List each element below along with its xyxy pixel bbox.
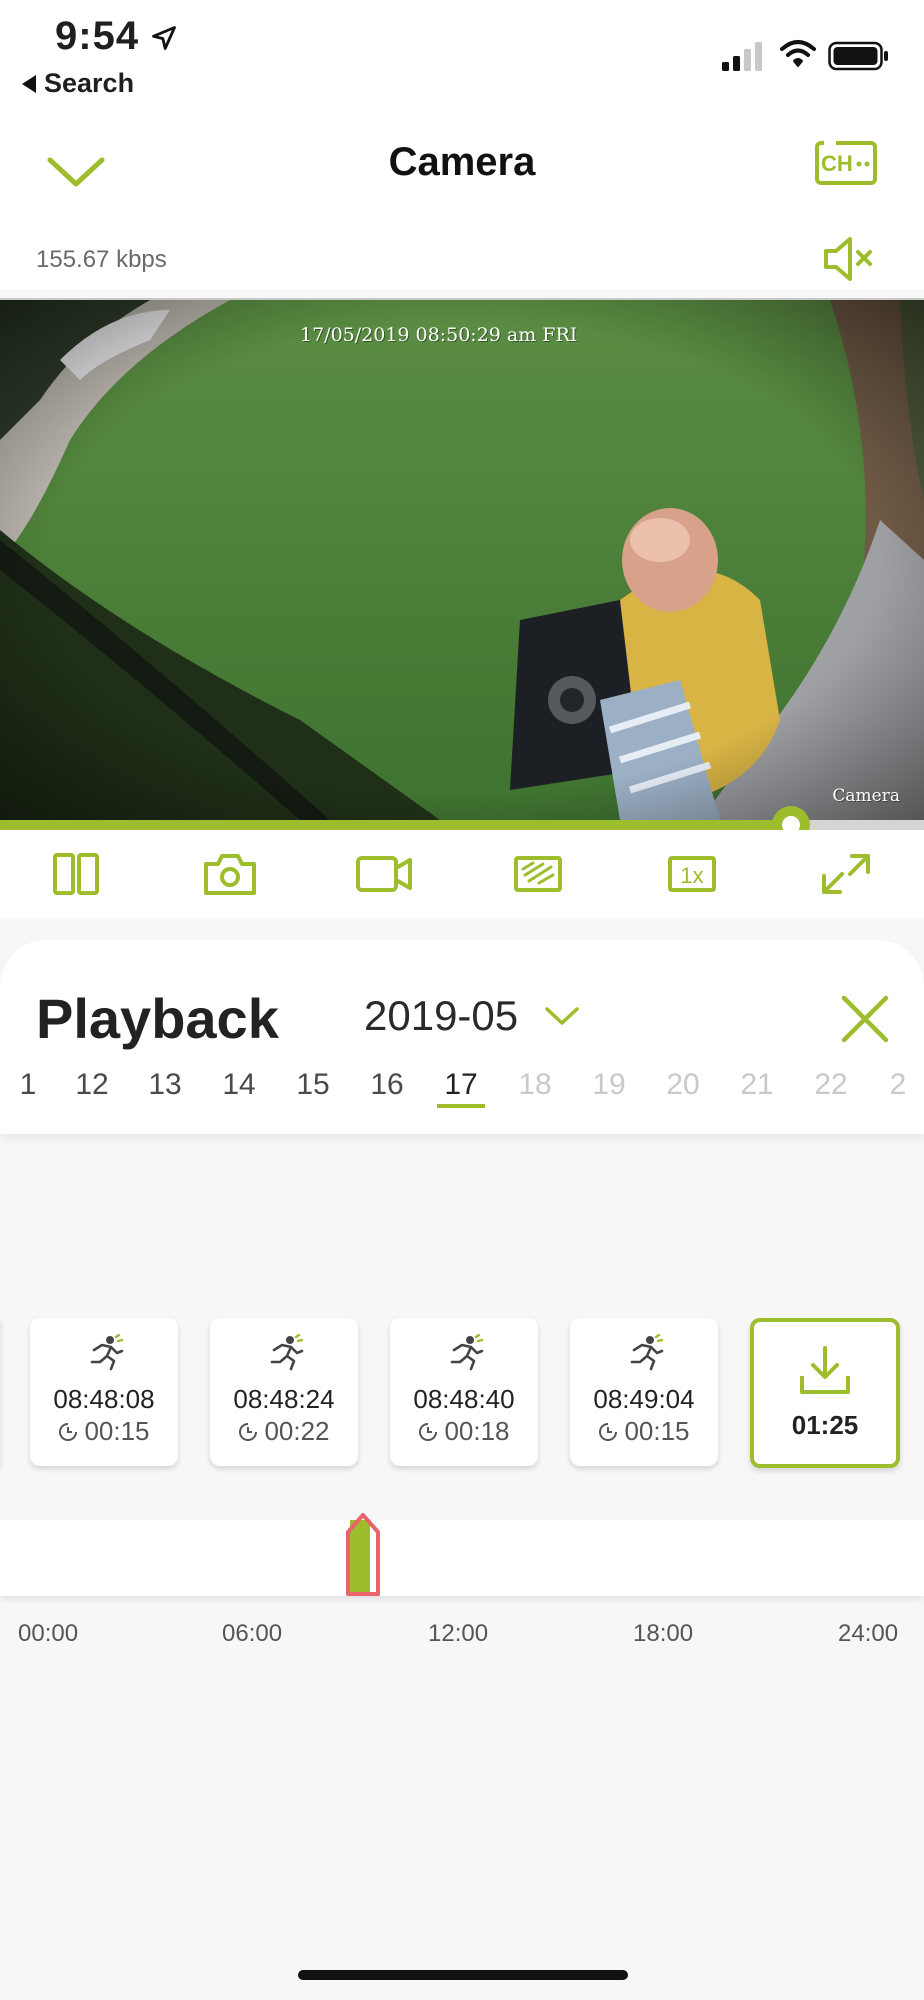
wifi-icon bbox=[780, 40, 816, 67]
timeline-tick-label: 06:00 bbox=[222, 1620, 283, 1647]
speaker-muted-icon[interactable] bbox=[822, 234, 874, 284]
event-duration-row: 00:15 bbox=[30, 1416, 178, 1447]
day-item[interactable]: 16 bbox=[361, 1068, 413, 1102]
download-duration: 01:25 bbox=[791, 1410, 859, 1440]
video-toolbar: 1x bbox=[0, 830, 924, 918]
download-button[interactable]: 01:25 bbox=[750, 1318, 900, 1468]
event-time: 08:48:08 bbox=[53, 1384, 155, 1414]
status-bar: 9:54 Search bbox=[0, 0, 924, 110]
day-item: 20 bbox=[666, 1068, 700, 1101]
day-item[interactable]: 12 bbox=[66, 1068, 118, 1102]
battery-icon bbox=[828, 41, 888, 71]
day-item: 19 bbox=[592, 1068, 626, 1101]
home-indicator bbox=[298, 1970, 628, 1980]
timeline-cursor-marker[interactable] bbox=[344, 1510, 382, 1596]
back-triangle-icon bbox=[22, 74, 36, 93]
playback-speed-button[interactable]: 1x bbox=[660, 844, 724, 904]
event-card[interactable]: 08:48:24 00:22 bbox=[210, 1318, 358, 1466]
snapshot-button[interactable] bbox=[198, 844, 262, 904]
day-item: 22 bbox=[814, 1068, 848, 1101]
timeline-tick-label: 00:00 bbox=[18, 1620, 79, 1647]
status-time: 9:54 bbox=[55, 14, 140, 58]
event-duration-row: 00:22 bbox=[210, 1416, 358, 1447]
speed-1x-icon: 1x bbox=[668, 856, 716, 892]
day-item[interactable]: 15 bbox=[287, 1068, 339, 1102]
video-frame-image bbox=[0, 300, 924, 820]
month-selector[interactable]: 2019-05 bbox=[364, 992, 580, 1040]
svg-text:CH: CH bbox=[821, 151, 853, 176]
download-icon bbox=[800, 1346, 850, 1394]
record-video-icon bbox=[356, 856, 412, 892]
day-item: 2 bbox=[889, 1068, 907, 1101]
timeline-tick-label: 18:00 bbox=[633, 1620, 694, 1647]
record-video-button[interactable] bbox=[352, 844, 416, 904]
event-duration-row: 00:18 bbox=[390, 1416, 538, 1447]
motion-running-icon bbox=[90, 1334, 124, 1371]
playback-title: Playback bbox=[36, 987, 279, 1050]
day-item[interactable]: 13 bbox=[139, 1068, 191, 1102]
back-search-label: Search bbox=[44, 68, 135, 98]
month-value: 2019-05 bbox=[364, 992, 519, 1039]
camera-video-feed[interactable]: 17/05/2019 08:50:29 am FRI Camera bbox=[0, 300, 924, 820]
event-time: 08:49:04 bbox=[593, 1384, 695, 1414]
fullscreen-button[interactable] bbox=[814, 844, 878, 904]
day-item[interactable]: 14 bbox=[213, 1068, 265, 1102]
motion-running-icon bbox=[630, 1334, 664, 1371]
day-selector: 1 12 13 14 15 16 17 18 19 20 21 22 2 bbox=[0, 1068, 924, 1118]
back-to-search-link[interactable]: Search bbox=[22, 68, 134, 99]
duration-clock-icon bbox=[419, 1422, 438, 1441]
camera-header: Camera CH 155.67 kbps bbox=[0, 110, 924, 290]
event-card[interactable]: 08:49:04 00:15 bbox=[570, 1318, 718, 1466]
event-time: 08:48:24 bbox=[233, 1384, 335, 1414]
motion-running-icon bbox=[450, 1334, 484, 1371]
playback-panel: Playback 2019-05 1 12 13 14 15 16 17 18 … bbox=[0, 940, 924, 1134]
event-card[interactable]: 08:48:40 00:18 bbox=[390, 1318, 538, 1466]
playback-progress-fill bbox=[0, 820, 791, 830]
event-time: 08:48:40 bbox=[413, 1384, 515, 1414]
video-camera-label: Camera bbox=[832, 786, 900, 806]
event-duration: 00:18 bbox=[444, 1416, 510, 1446]
cellular-signal-icon bbox=[722, 42, 762, 71]
split-view-icon bbox=[53, 853, 99, 895]
day-item[interactable]: 1 bbox=[2, 1068, 54, 1102]
chevron-down-icon[interactable] bbox=[44, 140, 108, 204]
split-view-button[interactable] bbox=[44, 844, 108, 904]
fullscreen-icon bbox=[822, 854, 870, 894]
event-duration: 00:15 bbox=[624, 1416, 690, 1446]
day-item: 21 bbox=[740, 1068, 774, 1101]
event-duration: 00:15 bbox=[84, 1416, 150, 1446]
duration-clock-icon bbox=[239, 1422, 258, 1441]
day-item: 18 bbox=[518, 1068, 552, 1101]
video-timestamp-overlay: 17/05/2019 08:50:29 am FRI bbox=[300, 324, 578, 346]
hd-quality-icon bbox=[514, 856, 562, 892]
event-duration-row: 00:15 bbox=[570, 1416, 718, 1447]
page-title: Camera bbox=[388, 140, 536, 184]
motion-running-icon bbox=[270, 1334, 304, 1371]
event-card[interactable]: 08:48:08 00:15 bbox=[30, 1318, 178, 1466]
playback-progress-track[interactable] bbox=[0, 806, 924, 844]
snapshot-camera-icon bbox=[204, 854, 256, 895]
channel-switch-icon[interactable]: CH bbox=[814, 138, 878, 190]
duration-clock-icon bbox=[59, 1422, 78, 1441]
timeline-tick-label: 24:00 bbox=[838, 1620, 899, 1647]
timeline-tick-label: 12:00 bbox=[428, 1620, 489, 1647]
day-item-selected[interactable]: 17 bbox=[435, 1068, 487, 1108]
chevron-down-icon bbox=[545, 1007, 579, 1025]
bitrate-readout: 155.67 kbps bbox=[36, 246, 167, 273]
event-duration: 00:22 bbox=[264, 1416, 330, 1446]
location-arrow-icon bbox=[152, 26, 176, 50]
close-icon[interactable] bbox=[838, 992, 892, 1046]
day-timeline[interactable] bbox=[0, 1513, 924, 1596]
duration-clock-icon bbox=[599, 1422, 618, 1441]
video-quality-button[interactable] bbox=[506, 844, 570, 904]
speed-label: 1x bbox=[680, 863, 703, 888]
